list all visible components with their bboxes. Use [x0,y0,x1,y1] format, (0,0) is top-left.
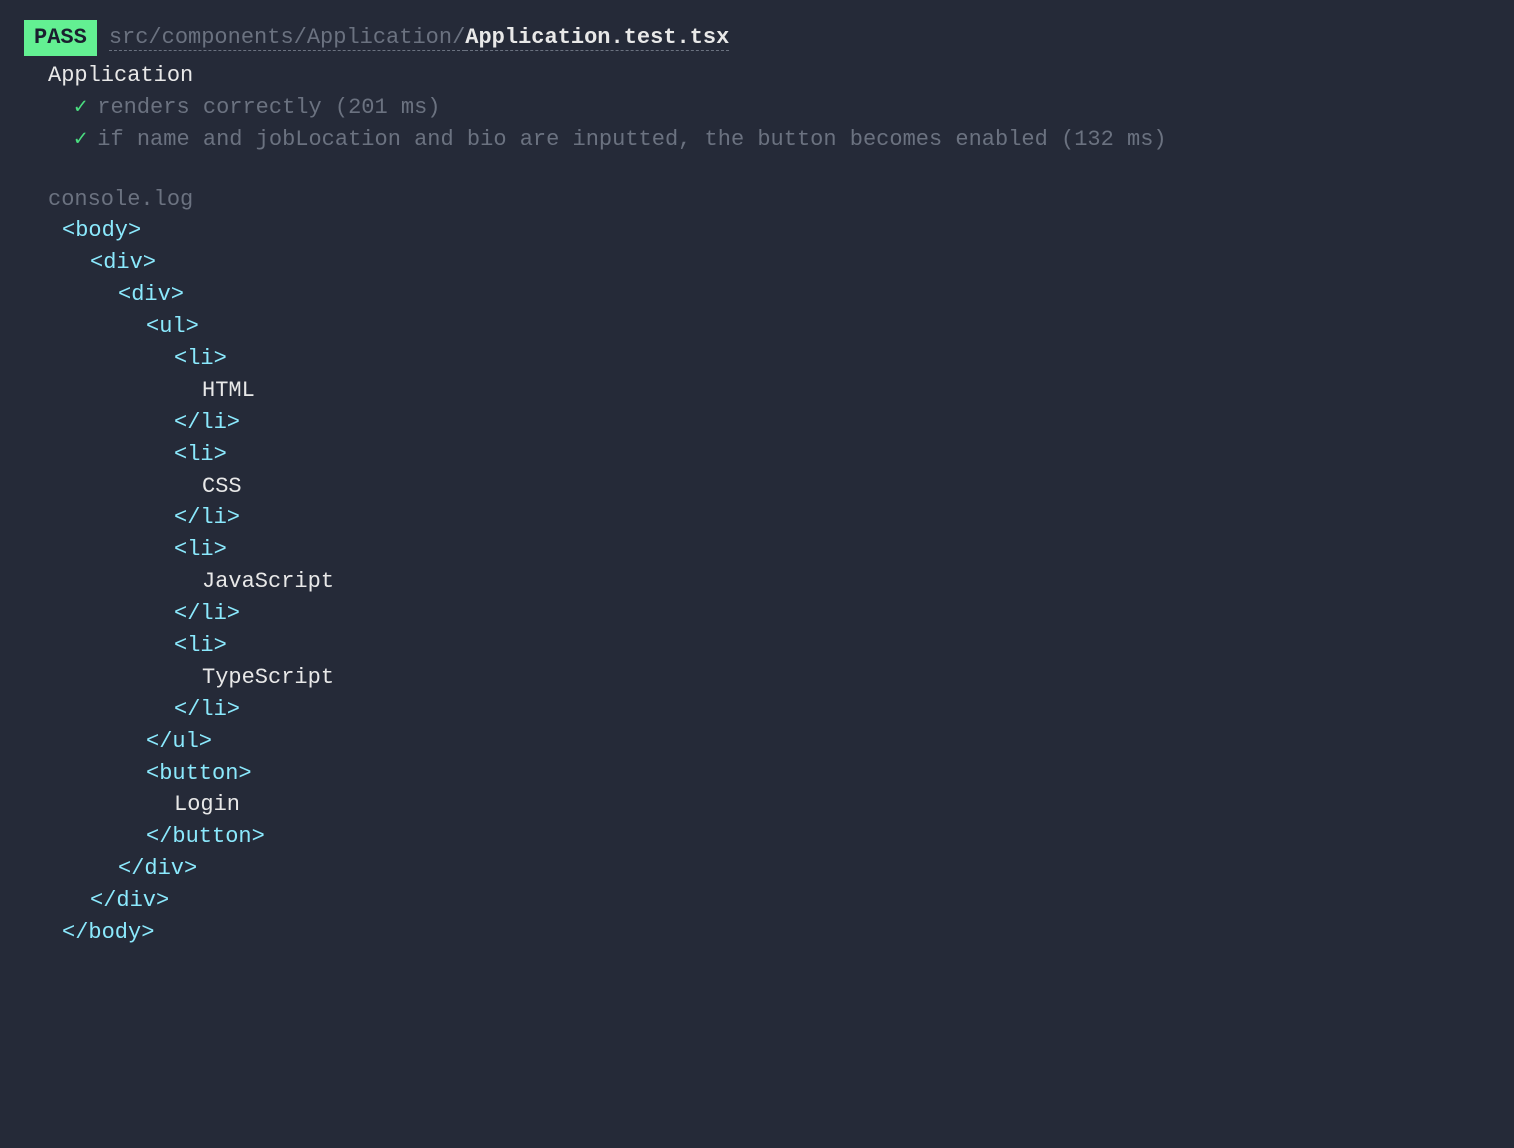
test-result-row: ✓ if name and jobLocation and bio are inp… [74,124,1490,156]
dom-output: <body> <div> <div> <ul> <li> HTML </li> … [62,215,1490,948]
checkmark-icon: ✓ [74,95,87,120]
test-label: renders correctly (201 ms) [97,95,440,120]
dom-tag: <li> [174,537,227,562]
dom-tag: <div> [90,250,156,275]
test-output-header: PASS src/components/Application/Applicati… [24,20,1490,56]
dom-tag: </div> [118,856,197,881]
file-dir: src/components/Application/ [109,25,465,51]
dom-tag: </li> [174,601,240,626]
dom-tag: <li> [174,346,227,371]
console-log-block: console.log <body> <div> <div> <ul> <li>… [48,184,1490,949]
dom-tag: </button> [146,824,265,849]
suite-name: Application [48,60,1490,92]
dom-tag: </ul> [146,729,212,754]
checkmark-icon: ✓ [74,127,87,152]
dom-tag: <div> [118,282,184,307]
console-log-label: console.log [48,184,1490,216]
dom-tag: </div> [90,888,169,913]
test-label: if name and jobLocation and bio are inpu… [97,127,1166,152]
dom-tag: <body> [62,218,141,243]
file-path: src/components/Application/Application.t… [109,25,730,51]
dom-tag: </li> [174,697,240,722]
dom-text: TypeScript [202,665,334,690]
dom-tag: </li> [174,410,240,435]
test-result-row: ✓ renders correctly (201 ms) [74,92,1490,124]
file-name: Application.test.tsx [465,25,729,51]
dom-text: JavaScript [202,569,334,594]
dom-text: CSS [202,474,242,499]
dom-tag: <button> [146,761,252,786]
dom-text: Login [174,792,240,817]
dom-tag: <li> [174,633,227,658]
dom-tag: <li> [174,442,227,467]
dom-tag: </li> [174,505,240,530]
dom-tag: <ul> [146,314,199,339]
pass-badge: PASS [24,20,97,56]
dom-text: HTML [202,378,255,403]
dom-tag: </body> [62,920,154,945]
